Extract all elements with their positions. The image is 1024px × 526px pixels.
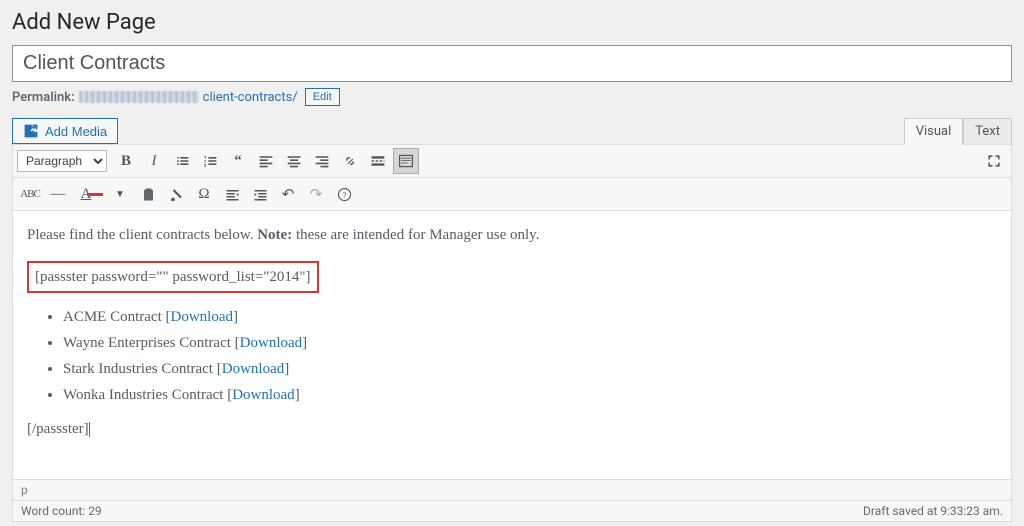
download-link[interactable]: Download	[232, 387, 295, 403]
horizontal-rule-icon[interactable]: —	[45, 181, 71, 207]
shortcode-close: [/passster]	[27, 417, 997, 441]
shortcode-open-highlight: [passster password="" password_list="201…	[27, 261, 319, 293]
undo-icon[interactable]: ↶	[275, 181, 301, 207]
download-link[interactable]: Download	[171, 309, 234, 325]
list-item: Wonka Industries Contract [Download]	[63, 383, 997, 407]
page-title: Add New Page	[12, 8, 1012, 35]
read-more-icon[interactable]	[365, 148, 391, 174]
editor-tabs: Visual Text	[904, 118, 1012, 144]
post-title-input[interactable]	[12, 45, 1012, 82]
permalink-label: Permalink:	[12, 90, 75, 105]
permalink-slug[interactable]: client-contracts/	[203, 90, 298, 105]
tab-visual[interactable]: Visual	[904, 118, 964, 145]
add-media-label: Add Media	[45, 124, 107, 139]
fullscreen-icon[interactable]	[981, 148, 1007, 174]
align-center-icon[interactable]	[281, 148, 307, 174]
download-link[interactable]: Download	[240, 335, 303, 351]
editor-container: Paragraph B I “	[12, 144, 1012, 522]
format-select[interactable]: Paragraph	[17, 150, 107, 172]
bold-icon[interactable]: B	[113, 148, 139, 174]
status-bar: Word count: 29 Draft saved at 9:33:23 am…	[13, 500, 1011, 521]
editor-toolbar-row-2: ABC — A ▼ Ω ↶ ↷ ?	[13, 178, 1011, 211]
editor-toolbar-row-1: Paragraph B I “	[13, 145, 1011, 178]
strikethrough-icon[interactable]: ABC	[17, 181, 43, 207]
download-link[interactable]: Download	[222, 361, 285, 377]
indent-icon[interactable]	[247, 181, 273, 207]
align-right-icon[interactable]	[309, 148, 335, 174]
word-count: Word count: 29	[21, 504, 102, 518]
text-color-chevron-icon[interactable]: ▼	[107, 181, 133, 207]
redo-icon[interactable]: ↷	[303, 181, 329, 207]
list-item: Stark Industries Contract [Download]	[63, 357, 997, 381]
permalink-edit-button[interactable]: Edit	[305, 88, 340, 106]
help-icon[interactable]: ?	[331, 181, 357, 207]
special-char-icon[interactable]: Ω	[191, 181, 217, 207]
list-item: Wayne Enterprises Contract [Download]	[63, 331, 997, 355]
italic-icon[interactable]: I	[141, 148, 167, 174]
element-path: p	[13, 479, 1011, 500]
svg-text:?: ?	[342, 190, 346, 199]
blockquote-icon[interactable]: “	[225, 148, 251, 174]
tab-text[interactable]: Text	[963, 118, 1012, 144]
link-icon[interactable]	[337, 148, 363, 174]
text-color-swatch	[87, 193, 103, 196]
contract-list: ACME Contract [Download] Wayne Enterpris…	[63, 305, 997, 407]
outdent-icon[interactable]	[219, 181, 245, 207]
align-left-icon[interactable]	[253, 148, 279, 174]
list-item: ACME Contract [Download]	[63, 305, 997, 329]
paste-text-icon[interactable]	[135, 181, 161, 207]
bullet-list-icon[interactable]	[169, 148, 195, 174]
permalink-base-blurred	[79, 91, 199, 103]
clear-formatting-icon[interactable]	[163, 181, 189, 207]
intro-paragraph: Please find the client contracts below. …	[27, 223, 997, 247]
draft-saved-time: Draft saved at 9:33:23 am.	[863, 504, 1003, 518]
media-icon	[23, 123, 39, 139]
toolbar-toggle-icon[interactable]	[393, 148, 419, 174]
numbered-list-icon[interactable]	[197, 148, 223, 174]
permalink-row: Permalink: client-contracts/ Edit	[12, 88, 1012, 106]
add-media-button[interactable]: Add Media	[12, 118, 118, 144]
editor-content[interactable]: Please find the client contracts below. …	[13, 211, 1011, 479]
